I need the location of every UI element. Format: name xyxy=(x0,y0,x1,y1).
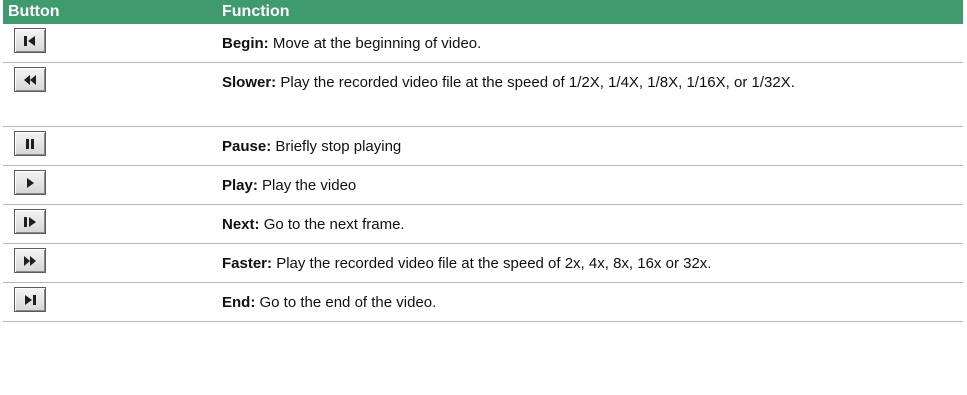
skip-to-begin-icon xyxy=(24,35,35,46)
function-desc: Briefly stop playing xyxy=(275,138,402,155)
function-name: Faster: xyxy=(222,255,273,272)
function-name: Begin: xyxy=(222,35,269,52)
rewind-slower-icon xyxy=(24,74,36,85)
function-desc: Move at the beginning of video. xyxy=(272,35,482,52)
function-name: Pause: xyxy=(222,138,272,155)
next-frame-icon xyxy=(24,216,36,227)
function-name: Next: xyxy=(222,216,260,233)
table-row: Pause: Briefly stop playing xyxy=(3,127,963,166)
function-name: Play: xyxy=(222,177,258,194)
table-row: Next: Go to the next frame. xyxy=(3,205,963,244)
header-button: Button xyxy=(8,3,60,20)
skip-to-end-icon xyxy=(25,294,36,305)
function-desc: Go to the next frame. xyxy=(263,216,405,233)
play-button[interactable] xyxy=(14,170,46,195)
function-desc: Play the recorded video file at the spee… xyxy=(276,255,712,272)
table-row: End: Go to the end of the video. xyxy=(3,283,963,322)
table-row: Begin: Move at the beginning of video. xyxy=(3,24,963,63)
pause-button[interactable] xyxy=(14,131,46,156)
slower-button[interactable] xyxy=(14,67,46,92)
next-button[interactable] xyxy=(14,209,46,234)
table-header: Button Function xyxy=(3,0,963,24)
begin-button[interactable] xyxy=(14,28,46,53)
table-row: Play: Play the video xyxy=(3,166,963,205)
function-desc: Play the recorded video file at the spee… xyxy=(280,74,795,91)
end-button[interactable] xyxy=(14,287,46,312)
table-row: Slower: Play the recorded video file at … xyxy=(3,63,963,127)
function-name: End: xyxy=(222,294,256,311)
faster-button[interactable] xyxy=(14,248,46,273)
header-function: Function xyxy=(222,3,290,20)
table-row: Faster: Play the recorded video file at … xyxy=(3,244,963,283)
function-desc: Play the video xyxy=(262,177,357,194)
function-desc: Go to the end of the video. xyxy=(259,294,437,311)
button-function-table: Button Function Begin: Move at the begin… xyxy=(3,0,963,322)
fast-forward-icon xyxy=(24,255,36,266)
play-icon xyxy=(27,177,34,188)
function-name: Slower: xyxy=(222,74,277,91)
pause-icon xyxy=(26,138,34,149)
